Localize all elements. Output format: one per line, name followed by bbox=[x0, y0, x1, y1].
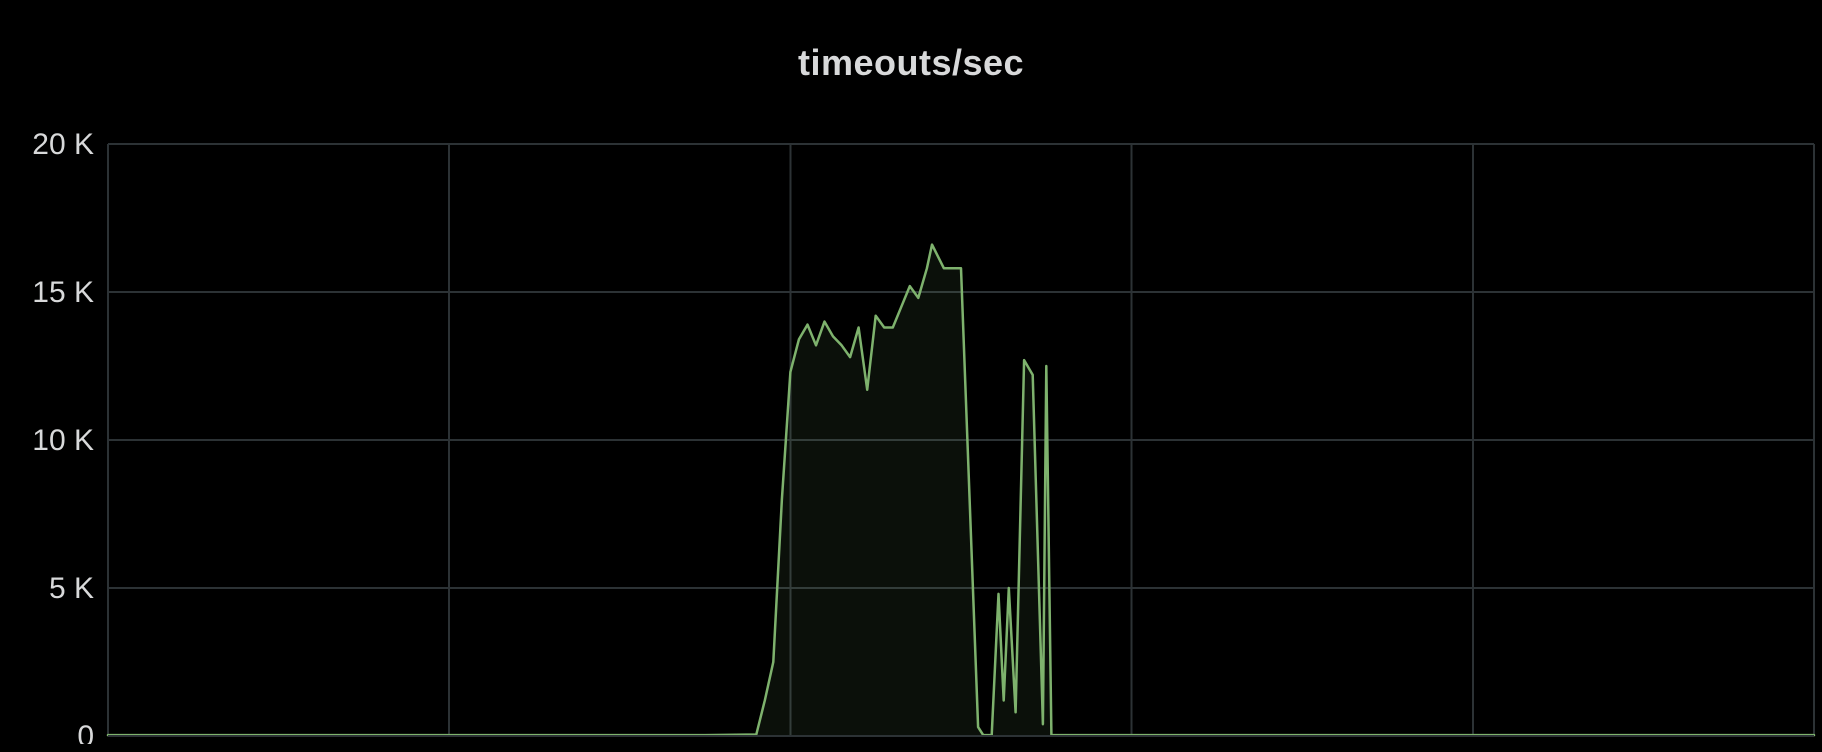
plot-area[interactable]: 0 5 K 10 K 15 K 20 K bbox=[0, 120, 1822, 744]
y-tick-label: 10 K bbox=[32, 424, 94, 457]
chart-title: timeouts/sec bbox=[0, 0, 1822, 84]
chart-panel: timeouts/sec 0 5 K 10 K 15 K 20 K bbox=[0, 0, 1822, 752]
y-tick-label: 5 K bbox=[49, 572, 94, 605]
series-fill bbox=[108, 245, 1814, 736]
chart-svg: 0 5 K 10 K 15 K 20 K bbox=[0, 120, 1822, 744]
y-tick-label: 0 bbox=[77, 720, 94, 744]
y-tick-label: 15 K bbox=[32, 276, 94, 309]
y-axis: 0 5 K 10 K 15 K 20 K bbox=[32, 128, 94, 744]
y-tick-label: 20 K bbox=[32, 128, 94, 161]
